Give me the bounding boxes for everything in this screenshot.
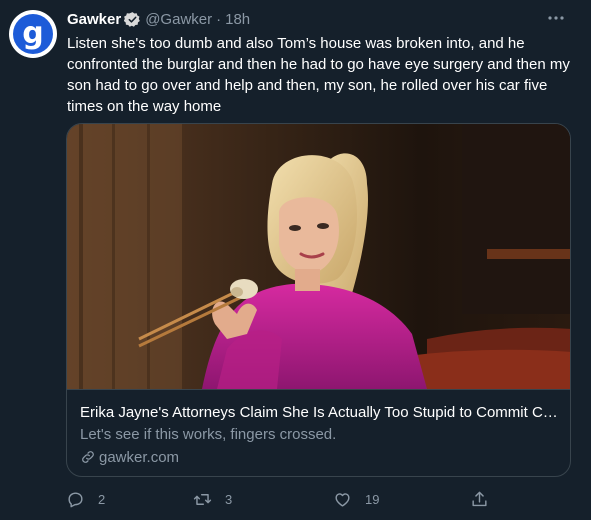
card-description: Let's see if this works, fingers crossed…: [80, 426, 337, 443]
more-icon: [548, 16, 564, 20]
tweet-text: Listen she's too dumb and also Tom’s hou…: [67, 35, 570, 115]
card-domain-text: gawker.com: [99, 448, 180, 466]
reply-button[interactable]: 2: [66, 487, 105, 511]
reply-icon: [68, 491, 83, 507]
card-domain: gawker.com: [80, 447, 179, 467]
action-bar: 2 3 19: [66, 487, 506, 511]
timestamp[interactable]: 18h: [225, 11, 250, 28]
reply-count: 2: [98, 491, 106, 507]
link-icon: [82, 451, 94, 463]
author-name[interactable]: Gawker: [67, 11, 121, 28]
tweet[interactable]: g Gawker @Gawker · 18h Listen she's too …: [0, 0, 591, 520]
author-handle[interactable]: @Gawker: [145, 11, 212, 28]
retweet-icon: [193, 493, 212, 505]
tweet-header: Gawker @Gawker · 18h: [67, 9, 250, 29]
card-info[interactable]: Erika Jayne's Attorneys Claim She Is Act…: [67, 389, 570, 476]
share-icon: [472, 491, 487, 506]
like-icon: [335, 492, 350, 507]
separator: ·: [216, 10, 222, 28]
avatar[interactable]: g: [9, 10, 57, 58]
more-button[interactable]: [545, 8, 567, 28]
retweet-button[interactable]: 3: [193, 487, 232, 511]
card-title[interactable]: Erika Jayne's Attorneys Claim She Is Act…: [80, 403, 558, 423]
card-image: [67, 124, 570, 389]
share-button[interactable]: [470, 487, 489, 511]
avatar-logo: g: [13, 14, 53, 54]
verified-badge-icon: [124, 11, 140, 27]
like-button[interactable]: 19: [333, 487, 379, 511]
like-count: 19: [365, 491, 380, 507]
retweet-count: 3: [225, 491, 233, 507]
link-card[interactable]: Erika Jayne's Attorneys Claim She Is Act…: [66, 123, 571, 477]
